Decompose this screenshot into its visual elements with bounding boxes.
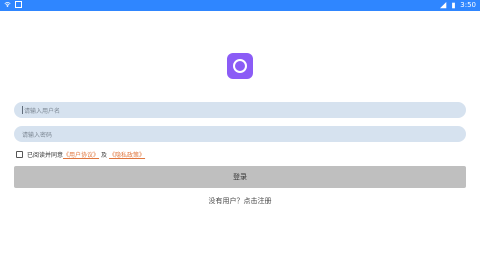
agree-prefix: 已阅读并同意 <box>27 151 64 159</box>
privacy-policy-link[interactable]: 《隐私政策》 <box>109 150 145 159</box>
app-logo <box>227 53 253 79</box>
battery-icon <box>452 2 456 9</box>
agreement-row: 已阅读并同意 《用户协议》 及 《隐私政策》 <box>16 149 145 159</box>
logo-ring-icon <box>233 59 247 73</box>
login-button[interactable]: 登录 <box>14 166 466 188</box>
register-link[interactable]: 没有用户？点击注册 <box>0 196 480 206</box>
login-button-label: 登录 <box>233 173 247 181</box>
status-bar: 3:50 <box>0 0 480 11</box>
username-field[interactable]: 请输入用户名 <box>14 102 466 118</box>
status-time: 3:50 <box>460 1 476 9</box>
agreement-and-text: 及 <box>101 151 108 159</box>
password-field[interactable]: 请输入密码 <box>14 126 466 142</box>
password-placeholder: 请输入密码 <box>22 131 53 139</box>
wifi-icon <box>4 2 11 8</box>
notification-icon <box>15 1 22 8</box>
user-agreement-link[interactable]: 《用户协议》 <box>63 150 99 159</box>
username-placeholder: 请输入用户名 <box>24 107 61 115</box>
text-caret <box>22 106 23 114</box>
signal-icon <box>440 2 447 9</box>
agree-checkbox[interactable] <box>16 150 23 158</box>
